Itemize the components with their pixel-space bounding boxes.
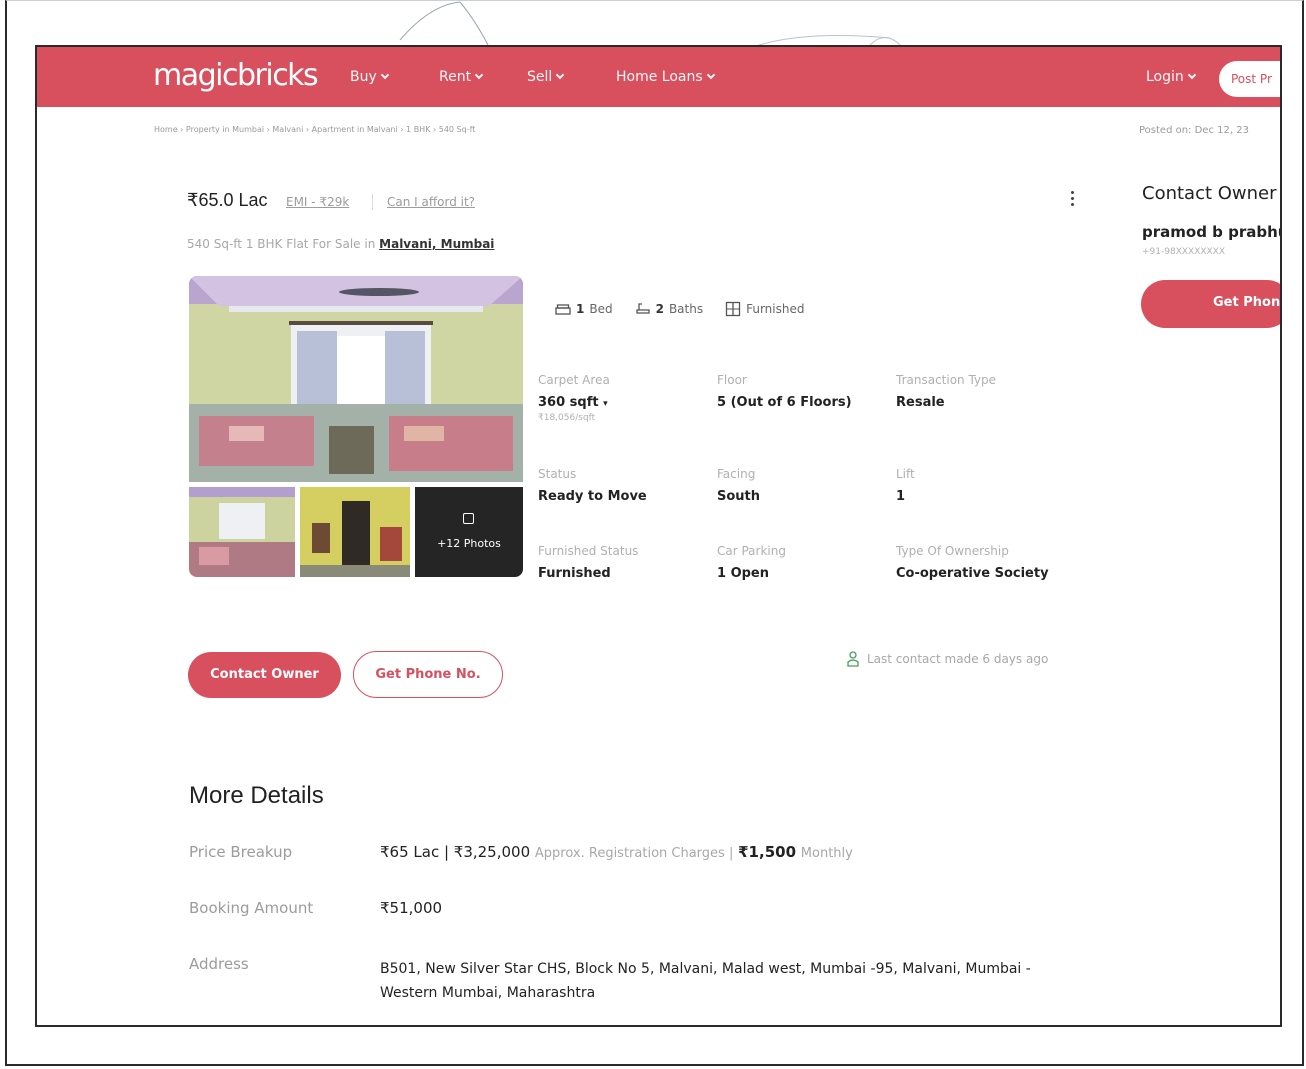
fact-label: Type Of Ownership — [896, 544, 1009, 558]
baths-count: 2 — [655, 302, 664, 316]
feature-furnishing: Furnished — [725, 301, 804, 317]
fact-furnished-status: Furnished Status Furnished — [538, 544, 638, 581]
nav-buy[interactable]: Buy — [350, 69, 390, 85]
bath-icon — [635, 303, 650, 314]
fact-floor: Floor 5 (Out of 6 Floors) — [717, 373, 852, 410]
subtitle-text: 540 Sq-ft 1 BHK Flat For Sale in — [187, 237, 376, 251]
fact-car-parking: Car Parking 1 Open — [717, 544, 786, 581]
fact-label: Furnished Status — [538, 544, 639, 558]
fact-status: Status Ready to Move — [538, 467, 647, 504]
top-navbar: magicbricks Buy Rent Sell Home Loans Log… — [37, 47, 1280, 107]
beds-label: Bed — [589, 302, 613, 316]
nav-rent-label: Rent — [439, 69, 472, 85]
fact-value: 1 — [896, 489, 906, 504]
posted-date: Posted on: Dec 12, 23 — [1139, 125, 1249, 136]
chevron-down-icon — [1187, 70, 1197, 80]
nav-rent[interactable]: Rent — [439, 69, 484, 85]
magicbricks-logo[interactable]: magicbricks — [153, 58, 319, 93]
price-breakup-main: ₹65 Lac | ₹3,25,000 — [380, 843, 531, 861]
registration-charges: Approx. Registration Charges | — [534, 846, 734, 861]
fact-value: 360 sqft ▾ — [538, 395, 610, 410]
chevron-down-icon[interactable]: ▾ — [603, 399, 608, 409]
nav-login[interactable]: Login — [1146, 69, 1197, 85]
screenshot: magicbricks Buy Rent Sell Home Loans Log… — [35, 45, 1282, 1027]
fact-value: Resale — [896, 395, 945, 410]
price-per-sqft: ₹18,056/sqft — [538, 413, 596, 423]
nav-home-loans[interactable]: Home Loans — [616, 69, 715, 85]
gallery-icon — [463, 513, 474, 524]
nav-sell[interactable]: Sell — [527, 69, 565, 85]
nav-home-loans-label: Home Loans — [616, 69, 703, 85]
fact-value: Ready to Move — [538, 489, 647, 504]
fact-value: 1 Open — [717, 566, 769, 581]
fact-label: Status — [538, 467, 577, 481]
booking-amount-label: Booking Amount — [189, 899, 314, 917]
emi-link[interactable]: EMI - ₹29k — [286, 195, 349, 209]
monthly-suffix: Monthly — [800, 846, 853, 861]
contact-owner-button[interactable]: Contact Owner — [188, 652, 341, 698]
last-contact-note: Last contact made 6 days ago — [847, 651, 1048, 667]
get-phone-button[interactable]: Get Phone No. — [353, 651, 503, 698]
user-icon — [847, 651, 859, 667]
chevron-down-icon — [380, 70, 390, 80]
bed-icon — [555, 303, 571, 315]
contact-panel-title: Contact Owner — [1142, 183, 1277, 204]
fact-label: Floor — [717, 373, 747, 387]
post-property-button[interactable]: Post Pr — [1219, 61, 1280, 97]
fact-label: Transaction Type — [896, 373, 997, 387]
owner-name: pramod b prabhu — [1142, 223, 1282, 241]
fact-facing: Facing South — [717, 467, 760, 504]
afford-link[interactable]: Can I afford it? — [387, 195, 475, 209]
sofa-icon — [725, 301, 741, 317]
more-options-icon[interactable] — [1065, 188, 1079, 212]
feature-row: 1 Bed 2 Baths Furnished — [555, 301, 804, 317]
fact-transaction-type: Transaction Type Resale — [896, 373, 996, 410]
fact-value: South — [717, 489, 761, 504]
baths-label: Baths — [668, 302, 704, 316]
panel-get-phone-button[interactable]: Get Phone No. — [1141, 280, 1280, 328]
nav-login-label: Login — [1146, 69, 1184, 85]
feature-beds: 1 Bed — [555, 301, 613, 317]
nav-sell-label: Sell — [527, 69, 553, 85]
fact-value: Co-operative Society — [896, 566, 1049, 581]
price-breakup-value: ₹65 Lac | ₹3,25,000 Approx. Registration… — [380, 843, 853, 861]
more-details-heading: More Details — [189, 782, 324, 809]
more-photos-tile[interactable]: +12 Photos — [415, 487, 523, 577]
divider — [372, 194, 373, 210]
carpet-area-value: 360 sqft — [538, 395, 599, 410]
fact-label: Lift — [896, 467, 915, 481]
thumbnail-photo-2[interactable] — [300, 487, 410, 577]
location-link[interactable]: Malvani, Mumbai — [379, 237, 494, 251]
chevron-down-icon — [474, 70, 484, 80]
chevron-down-icon — [706, 70, 715, 80]
fact-value: Furnished — [538, 566, 611, 581]
monthly-amount: ₹1,500 — [738, 843, 797, 861]
beds-count: 1 — [576, 302, 585, 316]
fact-label: Facing — [717, 467, 756, 481]
booking-amount-value: ₹51,000 — [380, 899, 443, 917]
listing-price: ₹65.0 Lac — [187, 190, 268, 210]
more-photos-label: +12 Photos — [437, 537, 501, 550]
fact-carpet-area: Carpet Area 360 sqft ▾ ₹18,056/sqft — [538, 373, 610, 423]
last-contact-text: Last contact made 6 days ago — [867, 652, 1049, 666]
fact-value: 5 (Out of 6 Floors) — [717, 395, 852, 410]
price-breakup-label: Price Breakup — [189, 843, 293, 861]
address-label: Address — [189, 955, 249, 973]
listing-subtitle: 540 Sq-ft 1 BHK Flat For Sale in Malvani… — [187, 237, 494, 251]
address-value: B501, New Silver Star CHS, Block No 5, M… — [380, 961, 1031, 1001]
thumbnail-photo-1[interactable] — [189, 487, 295, 577]
chevron-down-icon — [556, 70, 565, 80]
fact-lift: Lift 1 — [896, 467, 915, 504]
feature-baths: 2 Baths — [635, 301, 704, 317]
fact-label: Carpet Area — [538, 373, 610, 387]
fact-label: Car Parking — [717, 544, 786, 558]
furnishing-label: Furnished — [746, 302, 805, 316]
owner-phone: +91-98XXXXXXXX — [1142, 247, 1226, 257]
nav-buy-label: Buy — [350, 69, 377, 85]
main-property-photo[interactable] — [189, 276, 523, 482]
breadcrumb[interactable]: Home › Property in Mumbai › Malvani › Ap… — [154, 125, 475, 134]
fact-ownership-type: Type Of Ownership Co-operative Society — [896, 544, 1049, 581]
